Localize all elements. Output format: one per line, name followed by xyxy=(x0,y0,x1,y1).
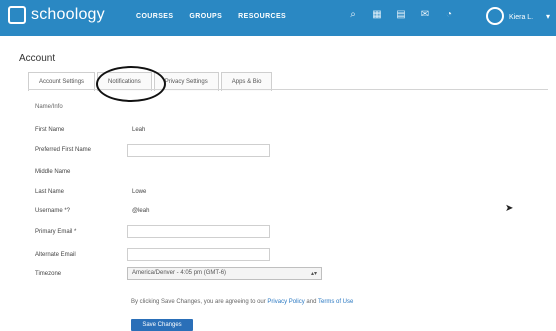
top-icon-group: ⌕ ▦ ▤ ✉ ◔ xyxy=(348,10,454,20)
cursor-icon: ➤ xyxy=(505,203,514,214)
highlight-circle xyxy=(96,66,166,102)
timezone-select[interactable]: America/Denver - 4:05 pm (GMT-6) ▴▾ xyxy=(127,267,322,280)
label-alternate-email: Alternate Email xyxy=(35,252,76,258)
label-middle-name: Middle Name xyxy=(35,169,71,175)
main-nav: COURSES GROUPS RESOURCES xyxy=(136,13,286,20)
notice-and: and xyxy=(304,299,319,305)
primary-email-input[interactable] xyxy=(127,225,270,238)
notice-text: By clicking Save Changes, you are agreei… xyxy=(131,299,268,305)
value-last-name: Lowe xyxy=(132,189,147,195)
page-title: Account xyxy=(19,53,56,64)
nav-resources[interactable]: RESOURCES xyxy=(238,13,286,20)
user-name[interactable]: Kiera L. xyxy=(509,14,533,21)
chevron-down-icon[interactable]: ▾ xyxy=(546,12,550,21)
user-avatar-icon[interactable] xyxy=(486,7,504,25)
label-first-name: First Name xyxy=(35,127,65,133)
nav-courses[interactable]: COURSES xyxy=(136,13,173,20)
nav-groups[interactable]: GROUPS xyxy=(189,13,222,20)
label-preferred-first-name: Preferred First Name xyxy=(35,147,92,153)
save-changes-button[interactable]: Save Changes xyxy=(131,319,193,331)
preferred-first-name-input[interactable] xyxy=(127,144,270,157)
label-last-name: Last Name xyxy=(35,189,65,195)
privacy-policy-link[interactable]: Privacy Policy xyxy=(267,299,304,305)
alternate-email-input[interactable] xyxy=(127,248,270,261)
chevron-down-icon: ▴▾ xyxy=(310,271,317,277)
brand-logo[interactable]: schoology xyxy=(8,6,105,24)
terms-notice: By clicking Save Changes, you are agreei… xyxy=(131,299,353,305)
logo-mark-icon xyxy=(8,6,26,24)
terms-of-use-link[interactable]: Terms of Use xyxy=(318,299,353,305)
calendar-icon[interactable]: ▦ xyxy=(372,10,382,20)
section-title: Name/Info xyxy=(35,104,63,110)
label-primary-email: Primary Email * xyxy=(35,229,77,235)
value-first-name: Leah xyxy=(132,127,146,133)
value-username: @leah xyxy=(132,208,150,214)
search-icon[interactable]: ⌕ xyxy=(348,10,358,20)
messages-icon[interactable]: ✉ xyxy=(420,10,430,20)
label-timezone: Timezone xyxy=(35,271,62,277)
label-username: Username *? xyxy=(35,208,71,214)
brand-name: schoology xyxy=(31,6,105,23)
timezone-value: America/Denver - 4:05 pm (GMT-6) xyxy=(132,270,227,276)
notifications-icon[interactable]: ◔ xyxy=(444,10,454,20)
inbox-icon[interactable]: ▤ xyxy=(396,10,406,20)
top-navigation-bar: schoology COURSES GROUPS RESOURCES ⌕ ▦ ▤… xyxy=(0,0,556,36)
